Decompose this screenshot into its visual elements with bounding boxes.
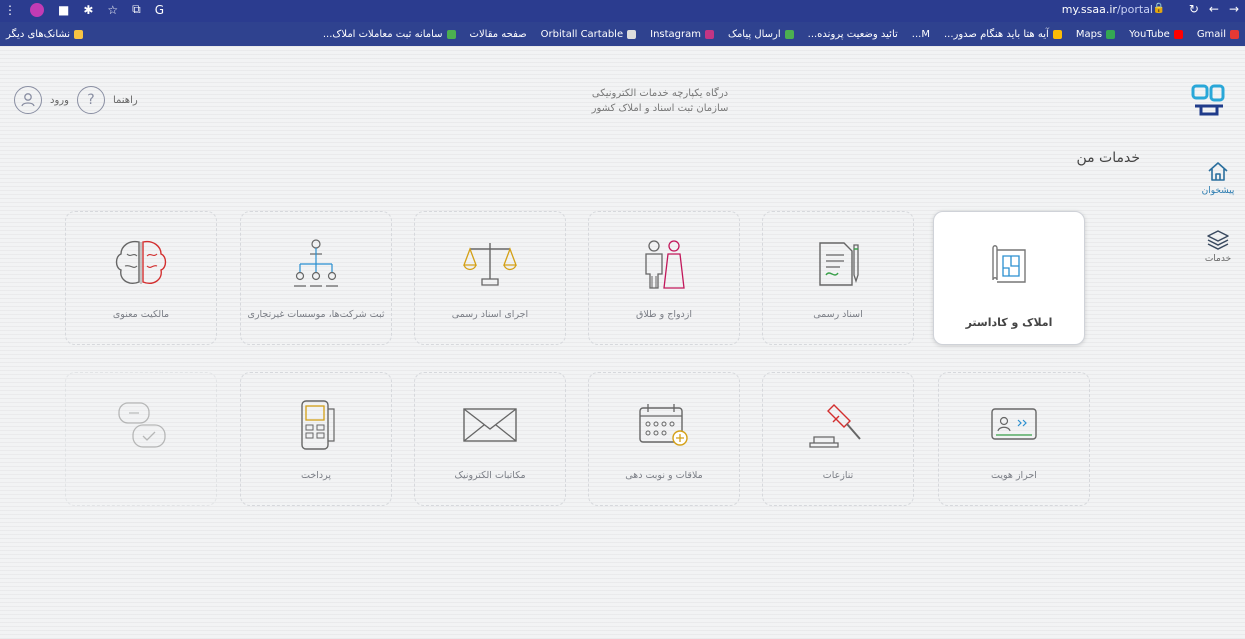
browser-titlebar: ⋮ ■ ✱ ☆ ⧉ G my.ssaa.ir/portal 🔒 ↻ ← → <box>0 0 1245 22</box>
service-card-label: اسناد رسمی <box>813 309 863 320</box>
bookmark[interactable]: آیه هتا باید هنگام صدور... <box>944 29 1062 40</box>
scales-icon <box>455 234 525 294</box>
help-button[interactable]: ? <box>76 86 105 114</box>
url-host: my.ssaa.ir <box>1061 3 1117 16</box>
service-card-label: احراز هویت <box>991 470 1037 481</box>
gavel-icon <box>803 395 873 455</box>
service-card-appointments[interactable]: ملاقات و نوبت دهی <box>588 372 740 506</box>
nav-buttons: ↻ ← → <box>1189 2 1239 16</box>
bookmark-favicon <box>446 29 456 39</box>
lock-icon: 🔒 <box>1152 3 1165 14</box>
bookmark[interactable]: Maps <box>1076 29 1116 40</box>
star-icon[interactable]: ☆ <box>107 3 118 17</box>
google-icon[interactable]: G <box>155 3 164 17</box>
header-actions: ورود ? راهنما <box>14 86 138 114</box>
service-card-chat[interactable] <box>65 372 217 506</box>
bookmark[interactable]: تائید وضعیت پرونده... <box>808 29 898 40</box>
envelope-icon <box>455 395 525 455</box>
browser-extensions: ⋮ ■ ✱ ☆ ⧉ G <box>4 2 164 17</box>
login-button[interactable] <box>14 86 42 114</box>
service-card-payment[interactable]: پرداخت <box>240 372 392 506</box>
layers-icon <box>1207 230 1229 250</box>
share-icon[interactable]: ⧉ <box>132 2 141 17</box>
user-icon <box>21 93 35 107</box>
puzzle-icon[interactable]: ✱ <box>83 3 93 17</box>
back-icon[interactable]: ← <box>1209 2 1219 16</box>
sidebar-item-services[interactable]: خدمات <box>1191 228 1245 264</box>
bookmark-favicon <box>1230 29 1239 39</box>
bookmark-favicon <box>627 29 637 39</box>
address-bar[interactable]: my.ssaa.ir/portal <box>1062 3 1153 16</box>
service-card-label: اجرای اسناد رسمی <box>451 309 529 320</box>
service-card-label: تنازعات <box>822 470 854 481</box>
bookmark[interactable]: ارسال پیامک <box>728 29 794 40</box>
bookmark-favicon <box>784 29 794 39</box>
url-path: /portal <box>1116 3 1153 16</box>
question-icon: ? <box>87 92 95 108</box>
service-card-label: مالکیت معنوی <box>112 309 170 320</box>
service-card-label: ملاقات و نوبت دهی <box>625 470 703 481</box>
home-icon <box>1208 162 1228 181</box>
portal-title: درگاه یکپارچه خدمات الکترونیکی سازمان ثب… <box>540 86 780 116</box>
help-label[interactable]: راهنما <box>113 95 138 106</box>
pos-terminal-icon <box>281 395 351 455</box>
bookmark-favicon <box>1173 29 1183 39</box>
login-label[interactable]: ورود <box>50 95 69 106</box>
profile-avatar[interactable] <box>30 2 44 17</box>
service-card-intellectual-property[interactable]: مالکیت معنوی <box>65 211 217 345</box>
section-title: خدمات من <box>1076 150 1140 166</box>
service-card-electronic-mail[interactable]: مکاتبات الکترونیک <box>414 372 566 506</box>
service-card-disputes[interactable]: تنازعات <box>762 372 914 506</box>
portal-title-line2: سازمان ثبت اسناد و املاک کشور <box>591 103 729 114</box>
sidebar-item-label: خدمات <box>1204 254 1232 264</box>
service-card-official-documents[interactable]: اسناد رسمی <box>762 211 914 345</box>
forward-icon[interactable]: → <box>1229 2 1239 16</box>
bookmark[interactable]: Instagram <box>650 29 714 40</box>
service-card-identity[interactable]: احراز هویت <box>938 372 1090 506</box>
service-card-label: مکاتبات الکترونیک <box>454 470 526 481</box>
bookmarks-bar: Gmail YouTube Maps آیه هتا باید هنگام صد… <box>0 22 1245 46</box>
sidebar-item-dashboard[interactable]: پیشخوان <box>1191 160 1245 196</box>
bookmark[interactable]: صفحه مقالات <box>470 29 527 40</box>
service-card-property-cadastre[interactable]: املاک و کاداستر <box>933 211 1085 345</box>
bookmark[interactable]: سامانه ثبت معاملات املاک... <box>323 29 456 40</box>
chat-icon <box>106 395 176 455</box>
reload-icon[interactable]: ↻ <box>1189 2 1199 16</box>
org-chart-icon <box>281 234 351 294</box>
logo-icon <box>1191 84 1225 116</box>
bookmark-favicon <box>1106 29 1116 39</box>
sidebar: پیشخوان خدمات <box>1191 160 1245 296</box>
service-card-label: پرداخت <box>301 470 331 481</box>
service-card-label: املاک و کاداستر <box>965 316 1053 329</box>
menu-icon[interactable]: ⋮ <box>4 3 16 17</box>
extension-icon[interactable]: ■ <box>58 3 69 17</box>
bookmark[interactable]: Orbitall Cartable <box>541 29 637 40</box>
brain-icon <box>106 234 176 294</box>
bookmark[interactable]: Gmail <box>1197 29 1239 40</box>
site-logo[interactable] <box>1191 82 1227 118</box>
bookmark-favicon <box>705 29 714 39</box>
calendar-icon <box>629 395 699 455</box>
bookmark-favicon <box>1052 29 1062 39</box>
folder-icon <box>74 29 84 39</box>
service-card-label: ازدواج و طلاق <box>635 309 693 320</box>
service-card-marriage-divorce[interactable]: ازدواج و طلاق <box>588 211 740 345</box>
sidebar-item-label: پیشخوان <box>1201 186 1235 196</box>
service-card-companies[interactable]: ثبت شرکت‌ها، موسسات غیرتجاری <box>240 211 392 345</box>
id-card-icon <box>979 395 1049 455</box>
document-pen-icon <box>803 234 873 294</box>
portal-title-line1: درگاه یکپارچه خدمات الکترونیکی <box>591 88 729 99</box>
map-plan-icon <box>974 234 1044 294</box>
bookmark[interactable]: M... <box>912 29 930 40</box>
wedding-couple-icon <box>629 234 699 294</box>
service-card-label: ثبت شرکت‌ها، موسسات غیرتجاری <box>247 309 385 320</box>
bookmark-other[interactable]: نشانک‌های دیگر <box>6 29 84 40</box>
bookmark[interactable]: YouTube <box>1129 29 1183 40</box>
service-card-enforcement[interactable]: اجرای اسناد رسمی <box>414 211 566 345</box>
